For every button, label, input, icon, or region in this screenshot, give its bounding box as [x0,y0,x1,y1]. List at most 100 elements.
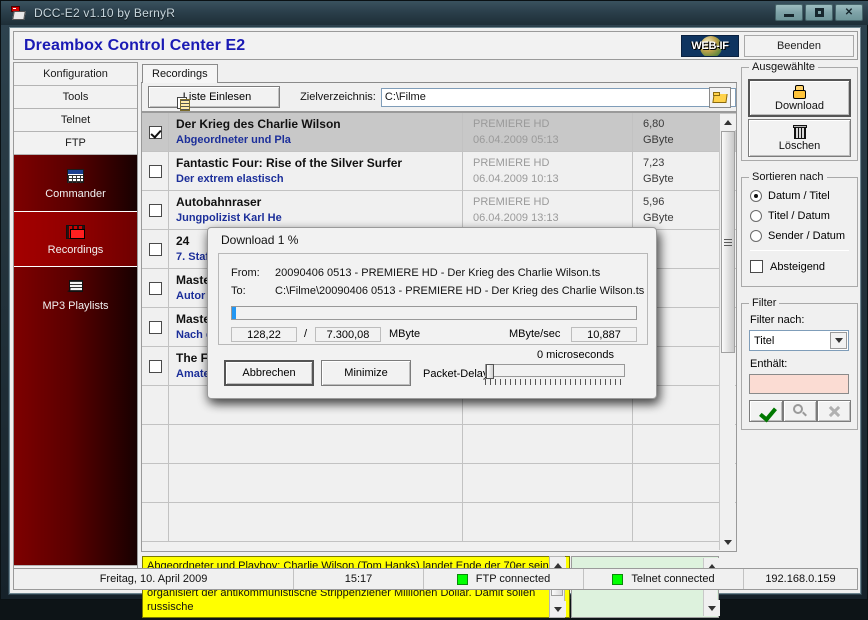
sidebar-item-konfiguration[interactable]: Konfiguration [14,63,137,86]
row-checkbox[interactable] [148,281,162,295]
row-checkbox-cell[interactable] [142,113,169,151]
mp3-playlist-icon: ♪ [67,279,85,297]
table-row[interactable]: Fantastic Four: Rise of the Silver Surfe… [142,152,736,191]
minimize-dialog-button[interactable]: Minimize [321,360,411,386]
minimize-button[interactable] [775,4,803,21]
row-checkbox-cell[interactable] [142,308,169,346]
status-bar: Freitag, 10. April 2009 15:17 FTP connec… [13,568,858,590]
magnifier-icon [793,404,807,418]
sidebar-item-recordings[interactable]: Recordings [14,211,137,267]
filter-group: Filter Filter nach: Titel Enthält: [741,297,858,430]
scrollbar-thumb[interactable] [721,131,735,353]
mbyte-unit-label: MByte [389,328,421,340]
divider [750,250,849,251]
sidebar-item-label: Commander [45,187,106,200]
row-title-cell: Der Krieg des Charlie Wilson Abgeordnete… [169,113,462,151]
app-header: Dreambox Control Center E2 WEB-IF Beende… [13,31,858,60]
chevron-down-icon[interactable] [830,332,847,349]
rate-field: 10,887 [571,327,637,342]
contains-input[interactable] [749,374,849,394]
row-checkbox-cell[interactable] [142,191,169,229]
row-datetime: 06.04.2009 13:13 [473,212,559,224]
rate-label: MByte/sec [509,328,561,340]
window-title: DCC-E2 v1.10 by BernyR [34,6,176,20]
sort-option-titel-datum[interactable]: Titel / Datum [750,210,830,222]
sidebar-nav-dock: Commander Recordings ♪ MP3 Playlists [14,155,137,565]
row-checkbox[interactable] [148,164,162,178]
table-row[interactable] [142,425,736,464]
scroll-down-icon[interactable] [704,600,720,616]
delete-button[interactable]: Löschen [748,119,851,157]
table-row[interactable]: Autobahnraser Jungpolizist Karl He PREMI… [142,191,736,230]
row-checkbox[interactable] [148,242,162,256]
to-value: C:\Filme\20090406 0513 - PREMIERE HD - D… [275,285,645,297]
sidebar-item-commander[interactable]: Commander [14,155,137,211]
radio-icon[interactable] [750,230,762,242]
dialog-title: Download 1 % [221,233,299,247]
status-telnet: Telnet connected [584,569,744,589]
total-bytes-field: 7.300,08 [315,327,381,342]
slider-handle[interactable] [486,364,494,379]
quit-button[interactable]: Beenden [744,35,854,57]
contains-label: Enthält: [750,358,788,370]
row-subtitle: Abgeordneter und Pla [176,134,291,146]
separator-label: / [304,328,308,340]
table-row[interactable]: Der Krieg des Charlie Wilson Abgeordnete… [142,113,736,152]
row-title-cell [169,464,462,502]
cancel-button[interactable]: Abbrechen [224,360,314,386]
sidebar-item-telnet[interactable]: Telnet [14,109,137,132]
row-channel-cell [462,425,632,463]
descending-checkbox[interactable] [750,260,763,273]
close-button[interactable]: ✕ [835,4,863,21]
progress-bar-fill [232,307,237,319]
download-button[interactable]: Download [748,79,851,117]
webif-logo[interactable]: WEB-IF [681,35,739,57]
commander-icon [67,167,84,185]
row-checkbox-cell[interactable] [142,230,169,268]
sort-option-datum-titel[interactable]: Datum / Titel [750,190,830,202]
progress-bar [231,306,637,320]
sidebar-item-tools[interactable]: Tools [14,86,137,109]
read-list-button[interactable]: Liste Einlesen [148,86,281,111]
application-window: DCC-E2 v1.10 by BernyR ✕ Dreambox Contro… [0,0,868,618]
sidebar-item-ftp[interactable]: FTP [14,132,137,155]
row-subtitle: Der extrem elastisch [176,173,284,185]
row-checkbox[interactable] [148,359,162,373]
status-ftp: FTP connected [424,569,584,589]
descending-checkbox-row[interactable]: Absteigend [750,260,825,273]
filter-by-select[interactable]: Titel [749,330,849,351]
scroll-down-icon[interactable] [720,534,736,550]
scroll-up-icon[interactable] [720,114,736,130]
target-dir-input[interactable]: C:\Filme [380,87,736,107]
sort-option-label: Datum / Titel [768,190,830,202]
download-dialog: Download 1 % From: 20090406 0513 - PREMI… [207,227,657,399]
browse-folder-button[interactable] [709,87,731,108]
maximize-button[interactable] [805,4,833,21]
ftp-status-led-icon [456,573,468,585]
row-checkbox-cell[interactable] [142,152,169,190]
row-checkbox[interactable] [148,125,162,139]
filter-clear-button[interactable] [817,400,851,422]
radio-icon[interactable] [750,210,762,222]
filter-apply-button[interactable] [749,400,783,422]
table-row[interactable] [142,464,736,503]
sidebar-item-mp3-playlists[interactable]: ♪ MP3 Playlists [14,267,137,323]
row-checkbox[interactable] [148,203,162,217]
radio-icon[interactable] [750,190,762,202]
row-checkbox-cell [142,425,169,463]
row-channel-cell: PREMIERE HD 06.04.2009 10:13 [462,152,632,190]
row-checkbox[interactable] [148,320,162,334]
row-checkbox-cell [142,386,169,424]
list-scrollbar[interactable] [719,114,736,550]
to-label: To: [231,285,246,297]
row-checkbox-cell[interactable] [142,269,169,307]
tab-recordings[interactable]: Recordings [142,64,218,83]
table-row[interactable] [142,503,736,542]
row-checkbox-cell[interactable] [142,347,169,385]
filter-search-button[interactable] [783,400,817,422]
packet-delay-slider[interactable] [485,364,625,379]
sort-option-sender-datum[interactable]: Sender / Datum [750,230,845,242]
scroll-down-icon[interactable] [550,601,566,617]
row-datetime: 06.04.2009 05:13 [473,134,559,146]
clear-x-icon [828,405,841,418]
